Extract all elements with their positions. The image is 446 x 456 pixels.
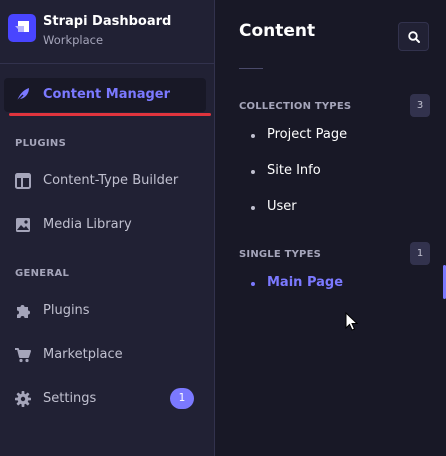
panel-title: Content — [239, 21, 316, 41]
bullet-icon — [251, 134, 255, 138]
sidebar-item-label: Settings — [43, 391, 97, 406]
settings-notification-badge: 1 — [170, 388, 194, 409]
sidebar-item-label: Plugins — [43, 303, 90, 318]
sidebar-item-label: Content Manager — [43, 87, 171, 102]
sidebar-item-label: Content-Type Builder — [43, 173, 179, 188]
mouse-cursor-icon — [345, 312, 359, 331]
search-button[interactable] — [398, 22, 429, 51]
group-label-collection-types[interactable]: COLLECTION TYPES — [239, 101, 351, 112]
main-sidebar: Strapi Dashboard Workplace Content Manag… — [0, 0, 215, 456]
bullet-icon — [251, 206, 255, 210]
section-label-general: GENERAL — [15, 268, 70, 279]
bullet-icon — [251, 282, 255, 286]
content-type-panel: Content COLLECTION TYPES 3 Project Page … — [215, 0, 446, 456]
bullet-icon — [251, 170, 255, 174]
strapi-logo-icon — [8, 14, 36, 42]
active-item-underline — [9, 113, 211, 116]
feather-icon — [14, 86, 32, 104]
brand-title: Strapi Dashboard — [43, 14, 172, 29]
sidebar-item-marketplace[interactable]: Marketplace — [0, 340, 214, 370]
sidebar-item-label: Marketplace — [43, 347, 123, 362]
cart-icon — [14, 346, 32, 364]
sidebar-item-media-library[interactable]: Media Library — [0, 210, 214, 240]
group-label-single-types[interactable]: SINGLE TYPES — [239, 249, 321, 260]
sidebar-item-content-type-builder[interactable]: Content-Type Builder — [0, 166, 214, 196]
image-icon — [14, 216, 32, 234]
single-types-count: 1 — [410, 242, 430, 265]
gear-icon — [14, 390, 32, 408]
list-item-label: Main Page — [267, 275, 344, 290]
sidebar-item-content-manager[interactable]: Content Manager — [0, 80, 214, 110]
sidebar-item-label: Media Library — [43, 217, 132, 232]
brand-subtitle: Workplace — [43, 33, 104, 47]
collection-types-count: 3 — [410, 94, 430, 117]
list-item-label: User — [267, 199, 297, 214]
layout-icon — [14, 172, 32, 190]
list-item-label: Site Info — [267, 163, 321, 178]
puzzle-icon — [14, 302, 32, 320]
sidebar-item-plugins[interactable]: Plugins — [0, 296, 214, 326]
search-icon — [408, 31, 420, 43]
brand-header[interactable]: Strapi Dashboard Workplace — [0, 0, 214, 64]
section-label-plugins: PLUGINS — [15, 138, 67, 149]
list-item-label: Project Page — [267, 127, 348, 142]
title-divider — [239, 68, 263, 69]
